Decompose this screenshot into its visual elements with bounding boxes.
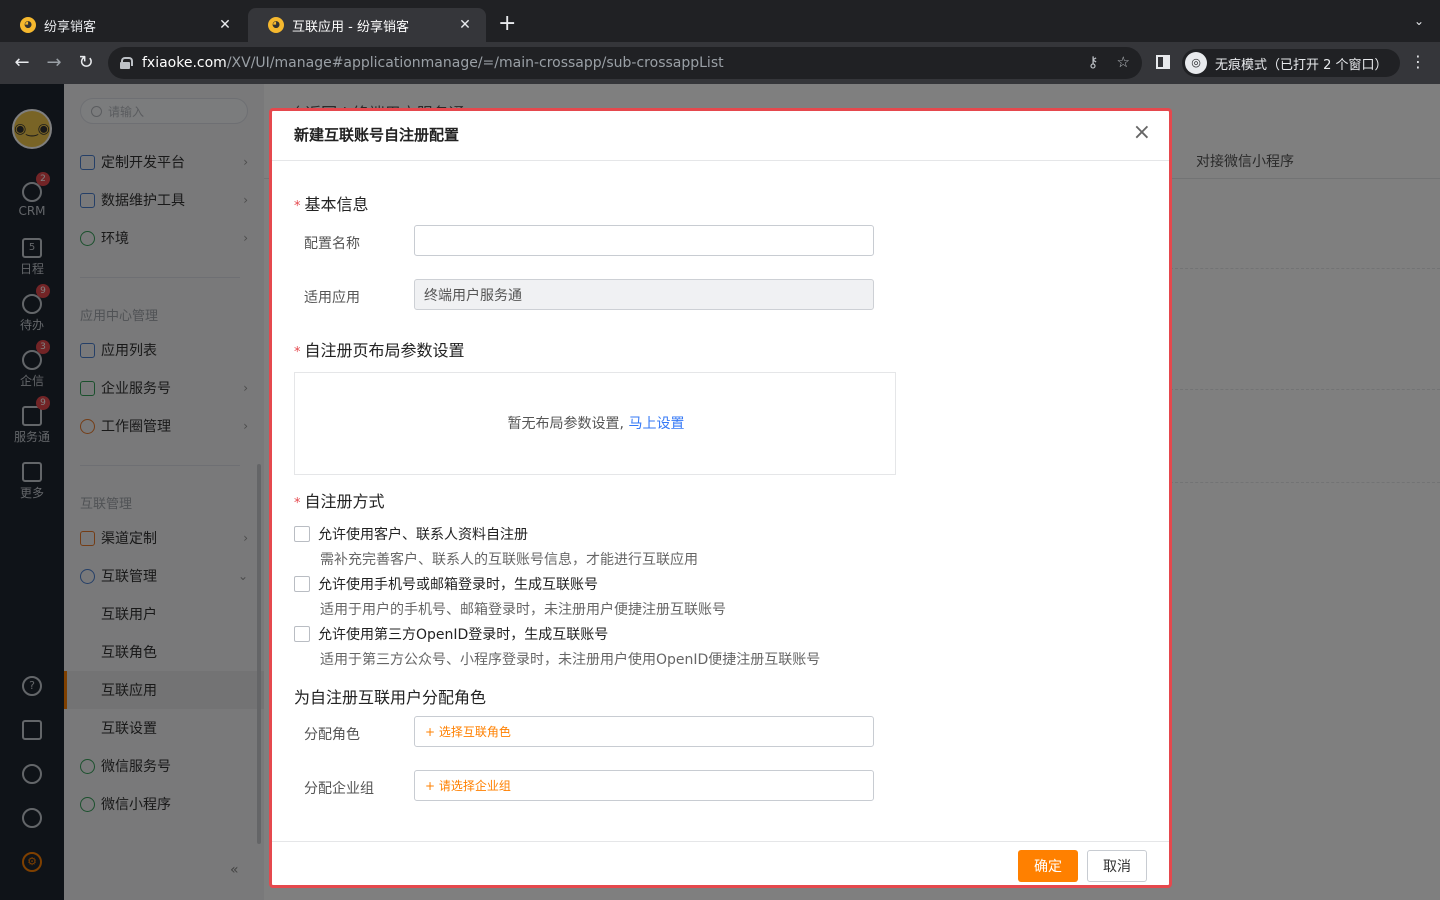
section-title-text: 基本信息 [304, 195, 369, 214]
checkbox[interactable] [294, 526, 310, 542]
option-phone-email[interactable]: 允许使用手机号或邮箱登录时，生成互联账号 [294, 574, 598, 594]
checkbox[interactable] [294, 626, 310, 642]
confirm-button[interactable]: 确定 [1018, 850, 1078, 882]
config-name-label: 配置名称 [304, 236, 360, 252]
incognito-label: 无痕模式（已打开 2 个窗口） [1215, 57, 1388, 73]
section-basic-info: * 基本信息 [294, 191, 369, 215]
fxiaoke-favicon-icon: ◕ [20, 17, 36, 33]
url-host: fxiaoke.com [142, 55, 227, 71]
required-asterisk: * [294, 199, 301, 214]
browser-tab-active[interactable]: ◕ 互联应用 - 纷享销客 ✕ [248, 8, 486, 42]
incognito-icon: ◎ [1185, 52, 1207, 74]
option-label: 允许使用第三方OpenID登录时，生成互联账号 [318, 627, 609, 643]
app-label: 适用应用 [304, 290, 360, 306]
tab-close-icon[interactable]: ✕ [216, 17, 234, 33]
checkbox[interactable] [294, 576, 310, 592]
option-description: 适用于用户的手机号、邮箱登录时，未注册用户便捷注册互联账号 [320, 602, 726, 618]
section-layout: * 自注册页布局参数设置 [294, 337, 465, 361]
section-title-text: 自注册页布局参数设置 [304, 341, 465, 360]
browser-tab[interactable]: ◕ 纷享销客 ✕ [0, 8, 246, 42]
option-customer-contact[interactable]: 允许使用客户、联系人资料自注册 [294, 524, 528, 544]
required-asterisk: * [294, 496, 301, 511]
option-description: 需补充完善客户、联系人的互联账号信息，才能进行互联应用 [320, 552, 698, 568]
layout-empty-box: 暂无布局参数设置, 马上设置 [294, 372, 896, 475]
required-asterisk: * [294, 345, 301, 360]
setup-now-link[interactable]: 马上设置 [628, 416, 684, 432]
modal-header: 新建互联账号自注册配置 × [272, 111, 1169, 161]
option-label: 允许使用客户、联系人资料自注册 [318, 527, 528, 543]
url-path: /XV/UI/manage#applicationmanage/=/main-c… [226, 55, 724, 71]
address-bar[interactable]: fxiaoke.com /XV/UI/manage#applicationman… [108, 47, 1142, 79]
app-input [414, 279, 874, 310]
assign-role-label: 分配角色 [304, 727, 360, 743]
close-icon[interactable]: × [1133, 121, 1151, 145]
section-title-text: 自注册方式 [304, 492, 385, 511]
config-name-input[interactable] [414, 225, 874, 256]
modal-footer: 确定 取消 [272, 841, 1169, 888]
tab-search-chevron-icon[interactable]: ⌄ [1414, 14, 1424, 28]
back-arrow-icon[interactable]: ← [10, 51, 34, 75]
forward-arrow-icon[interactable]: → [42, 51, 66, 75]
option-label: 允许使用手机号或邮箱登录时，生成互联账号 [318, 577, 598, 593]
incognito-indicator[interactable]: ◎ 无痕模式（已打开 2 个窗口） [1182, 49, 1400, 77]
tab-close-icon[interactable]: ✕ [456, 17, 474, 33]
key-icon[interactable]: ⚷ [1088, 53, 1099, 71]
select-role-picker[interactable]: + 选择互联角色 [414, 716, 874, 747]
bookmark-star-icon[interactable]: ☆ [1117, 53, 1130, 71]
assign-group-label: 分配企业组 [304, 781, 374, 797]
empty-message: 暂无布局参数设置, [507, 416, 624, 432]
option-description: 适用于第三方公众号、小程序登录时，未注册用户使用OpenID便捷注册互联账号 [320, 652, 821, 668]
section-register-method: * 自注册方式 [294, 488, 385, 512]
section-assign-role: 为自注册互联用户分配角色 [294, 688, 487, 707]
browser-toolbar: ← → ↻ fxiaoke.com /XV/UI/manage#applicat… [0, 42, 1440, 84]
reload-icon[interactable]: ↻ [74, 51, 98, 75]
option-openid[interactable]: 允许使用第三方OpenID登录时，生成互联账号 [294, 624, 608, 644]
browser-tab-title: 互联应用 - 纷享销客 [292, 19, 409, 35]
browser-menu-icon[interactable]: ⋮ [1410, 52, 1426, 71]
cancel-button[interactable]: 取消 [1087, 850, 1147, 882]
fxiaoke-favicon-icon: ◕ [268, 17, 284, 33]
picker-text: + 请选择企业组 [425, 779, 511, 793]
layout-empty-text: 暂无布局参数设置, 马上设置 [295, 413, 897, 433]
browser-tab-bar: ◕ 纷享销客 ✕ ◕ 互联应用 - 纷享销客 ✕ + ⌄ [0, 0, 1440, 42]
picker-text: + 选择互联角色 [425, 725, 511, 739]
new-tab-plus-icon[interactable]: + [498, 13, 516, 35]
self-register-config-modal: 新建互联账号自注册配置 × *基本信息 配置名称 适用应用 *自注册页布局参数设… [269, 108, 1172, 888]
modal-title: 新建互联账号自注册配置 [294, 126, 460, 144]
lock-icon [120, 57, 133, 69]
select-group-picker[interactable]: + 请选择企业组 [414, 770, 874, 801]
browser-tab-title: 纷享销客 [44, 19, 97, 35]
side-panel-icon[interactable] [1156, 55, 1170, 69]
